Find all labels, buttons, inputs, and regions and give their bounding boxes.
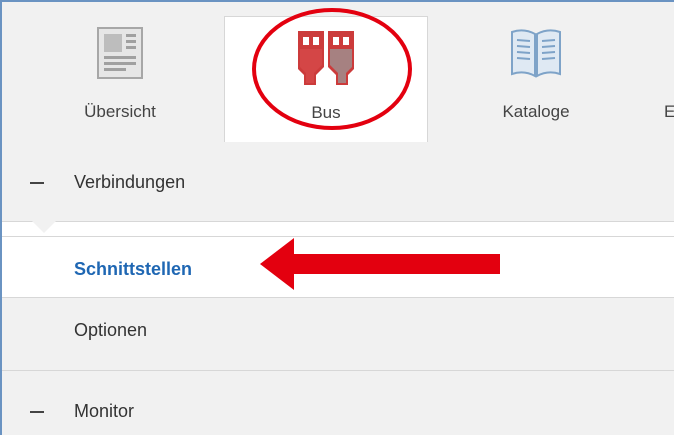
section-monitor-header[interactable]: Monitor	[2, 370, 674, 435]
tab-label: Übersicht	[84, 102, 156, 121]
pointer-notch	[32, 221, 56, 233]
section-verbindungen-header[interactable]: Verbindungen	[2, 142, 674, 222]
tab-label: Kataloge	[502, 102, 570, 121]
app-window: Übersicht Bus Kataloge Verbindungen Schn…	[0, 0, 674, 435]
menu-item-label: Optionen	[74, 320, 148, 340]
tab-partial[interactable]: E	[660, 16, 674, 142]
catalog-book-icon	[508, 26, 564, 85]
menu-item-optionen[interactable]: Optionen	[2, 298, 674, 370]
section-title: Monitor	[74, 401, 135, 421]
annotation-ellipse	[252, 8, 412, 130]
section-title: Verbindungen	[74, 172, 186, 192]
collapse-minus-icon[interactable]	[30, 182, 44, 184]
collapse-minus-icon[interactable]	[30, 411, 44, 413]
ribbon-tab-bar: Übersicht Bus Kataloge	[2, 2, 674, 143]
tab-uebersicht[interactable]: Übersicht	[50, 16, 190, 142]
menu-item-label: Schnittstellen	[74, 259, 193, 279]
annotation-arrow	[260, 238, 504, 295]
tab-kataloge[interactable]: Kataloge	[462, 16, 610, 142]
tab-label: E	[664, 102, 674, 122]
overview-document-icon	[96, 26, 144, 85]
